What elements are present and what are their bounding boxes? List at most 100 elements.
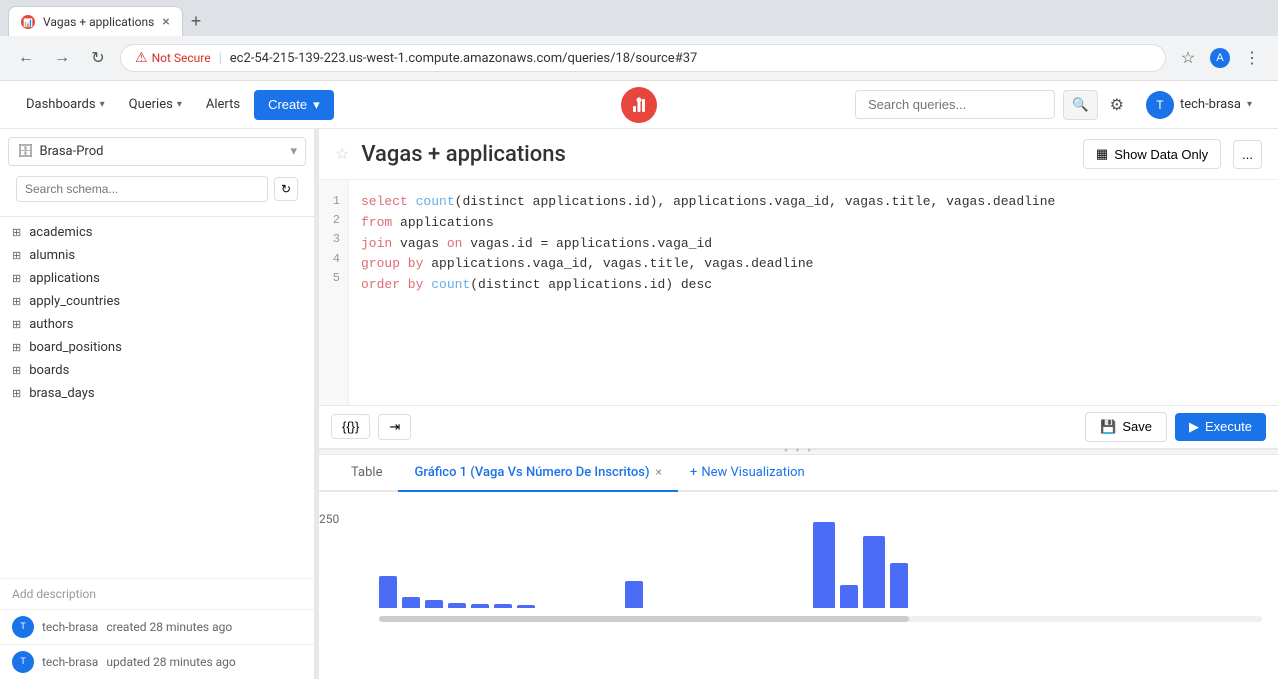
active-tab[interactable]: 📊 Vagas + applications ×: [8, 6, 183, 36]
sidebar: 🗄 Brasa-Prod ▾ ↻ ⊞ academics ⊞ alumnis: [0, 129, 315, 679]
x-axis-scrollbar[interactable]: [379, 616, 1262, 622]
schema-item-boards[interactable]: ⊞ boards: [0, 359, 314, 382]
user-updated-row: T tech-brasa updated 28 minutes ago: [0, 644, 314, 679]
main-layout: 🗄 Brasa-Prod ▾ ↻ ⊞ academics ⊞ alumnis: [0, 129, 1278, 679]
line-numbers: 1 2 3 4 5: [319, 180, 349, 405]
dashboards-chevron-icon: ▾: [100, 99, 105, 110]
search-button[interactable]: 🔍: [1063, 90, 1098, 120]
format-button[interactable]: {{}}: [331, 414, 370, 439]
query-area: ☆ Vagas + applications ▦ Show Data Only …: [319, 129, 1278, 679]
dashboards-label: Dashboards: [26, 97, 96, 112]
code-content[interactable]: select count(distinct applications.id), …: [349, 180, 1278, 405]
schema-item-label: apply_countries: [29, 294, 120, 309]
schema-item-label: academics: [29, 225, 92, 240]
table-icon: ⊞: [12, 295, 21, 308]
execute-button[interactable]: ▶ Execute: [1175, 413, 1266, 441]
indent-button[interactable]: ⇥: [378, 414, 411, 440]
database-icon: 🗄: [17, 144, 34, 159]
search-input[interactable]: [855, 90, 1055, 119]
alerts-label: Alerts: [206, 97, 240, 112]
profile-button[interactable]: A: [1206, 44, 1234, 72]
sidebar-top: 🗄 Brasa-Prod ▾ ↻: [0, 129, 314, 217]
line-num-5: 5: [327, 269, 340, 288]
favorite-button[interactable]: ☆: [335, 144, 349, 164]
viz-tab[interactable]: Gráfico 1 (Vaga Vs Número De Inscritos) …: [398, 455, 677, 492]
new-viz-label: New Visualization: [701, 465, 804, 480]
reload-button[interactable]: ↻: [84, 44, 112, 72]
warning-icon: ⚠: [135, 50, 148, 66]
save-label: Save: [1122, 419, 1152, 434]
execute-icon: ▶: [1189, 419, 1199, 435]
schema-item-brasa-days[interactable]: ⊞ brasa_days: [0, 382, 314, 402]
datasource-selector[interactable]: 🗄 Brasa-Prod ▾: [8, 137, 306, 166]
schema-item-board-positions[interactable]: ⊞ board_positions: [0, 336, 314, 359]
dashboards-nav-item[interactable]: Dashboards ▾: [16, 91, 115, 118]
browser-more-button[interactable]: ⋮: [1238, 44, 1266, 72]
tab-title: Vagas + applications: [43, 15, 154, 29]
datasource-chevron-icon: ▾: [290, 144, 297, 159]
user1-name: tech-brasa: [42, 620, 98, 634]
refresh-icon: ↻: [281, 182, 291, 196]
chart-bar: [863, 536, 885, 608]
schema-item-academics[interactable]: ⊞ academics: [0, 221, 314, 244]
scrollbar-track: [379, 616, 1262, 622]
chart-bar: [890, 563, 908, 608]
search-icon: 🔍: [1072, 97, 1089, 112]
queries-nav-item[interactable]: Queries ▾: [119, 91, 192, 118]
chart-bar: [379, 576, 397, 608]
alerts-nav-item[interactable]: Alerts: [196, 91, 250, 118]
more-options-button[interactable]: ...: [1233, 140, 1262, 169]
table-small-icon: ▦: [1096, 146, 1108, 162]
show-data-button[interactable]: ▦ Show Data Only: [1083, 139, 1221, 169]
scrollbar-thumb: [379, 616, 909, 622]
table-tab-label: Table: [351, 465, 382, 480]
schema-list: ⊞ academics ⊞ alumnis ⊞ applications ⊞ a…: [0, 217, 314, 402]
code-editor[interactable]: 1 2 3 4 5 select count(distinct applicat…: [319, 180, 1278, 405]
new-visualization-tab[interactable]: + New Visualization: [678, 455, 817, 490]
user-avatar: T: [1146, 91, 1174, 119]
save-icon: 💾: [1100, 419, 1116, 435]
user2-action: updated 28 minutes ago: [106, 655, 235, 669]
schema-item-alumnis[interactable]: ⊞ alumnis: [0, 244, 314, 267]
new-tab-button[interactable]: +: [183, 7, 210, 36]
table-icon: ⊞: [12, 341, 21, 354]
execute-label: Execute: [1205, 419, 1252, 434]
tab-bar: 📊 Vagas + applications × +: [0, 0, 1278, 36]
table-tab[interactable]: Table: [335, 455, 398, 492]
table-icon: ⊞: [12, 318, 21, 331]
user-avatar-sm-2: T: [12, 651, 34, 673]
not-secure-text: Not Secure: [152, 51, 211, 65]
bookmark-button[interactable]: ☆: [1174, 44, 1202, 72]
schema-refresh-button[interactable]: ↻: [274, 177, 298, 201]
schema-item-apply-countries[interactable]: ⊞ apply_countries: [0, 290, 314, 313]
url-bar[interactable]: ⚠ Not Secure | ec2-54-215-139-223.us-wes…: [120, 44, 1166, 72]
forward-button[interactable]: →: [48, 44, 76, 72]
chart-bar: [425, 600, 443, 607]
viz-tab-close-icon[interactable]: ×: [656, 465, 662, 479]
schema-item-label: applications: [29, 271, 100, 286]
settings-button[interactable]: ⚙: [1106, 91, 1128, 119]
viz-tab-inner: Gráfico 1 (Vaga Vs Número De Inscritos) …: [414, 465, 661, 480]
back-button[interactable]: ←: [12, 44, 40, 72]
schema-search-input[interactable]: [16, 176, 268, 202]
nav-icons-right: ☆ A ⋮: [1174, 44, 1266, 72]
query-title-bar: ☆ Vagas + applications ▦ Show Data Only …: [319, 129, 1278, 180]
chart-bar: [840, 585, 858, 608]
schema-item-authors[interactable]: ⊞ authors: [0, 313, 314, 336]
table-icon: ⊞: [12, 387, 21, 400]
schema-item-label: board_positions: [29, 340, 122, 355]
user-menu[interactable]: T tech-brasa ▾: [1136, 87, 1262, 123]
create-button[interactable]: Create ▾: [254, 90, 334, 120]
user1-action: created 28 minutes ago: [106, 620, 232, 634]
results-tabs-bar: Table Gráfico 1 (Vaga Vs Número De Inscr…: [319, 455, 1278, 492]
tab-close-icon[interactable]: ×: [162, 14, 169, 30]
save-button[interactable]: 💾 Save: [1085, 412, 1167, 442]
line-num-2: 2: [327, 211, 340, 230]
plus-icon: +: [690, 465, 697, 480]
chart-bar: [813, 522, 835, 608]
query-title: Vagas + applications: [361, 142, 1071, 167]
bar-chart: [335, 518, 1262, 608]
schema-item-applications[interactable]: ⊞ applications: [0, 267, 314, 290]
add-description[interactable]: Add description: [0, 578, 314, 609]
user-avatar-sm: T: [12, 616, 34, 638]
